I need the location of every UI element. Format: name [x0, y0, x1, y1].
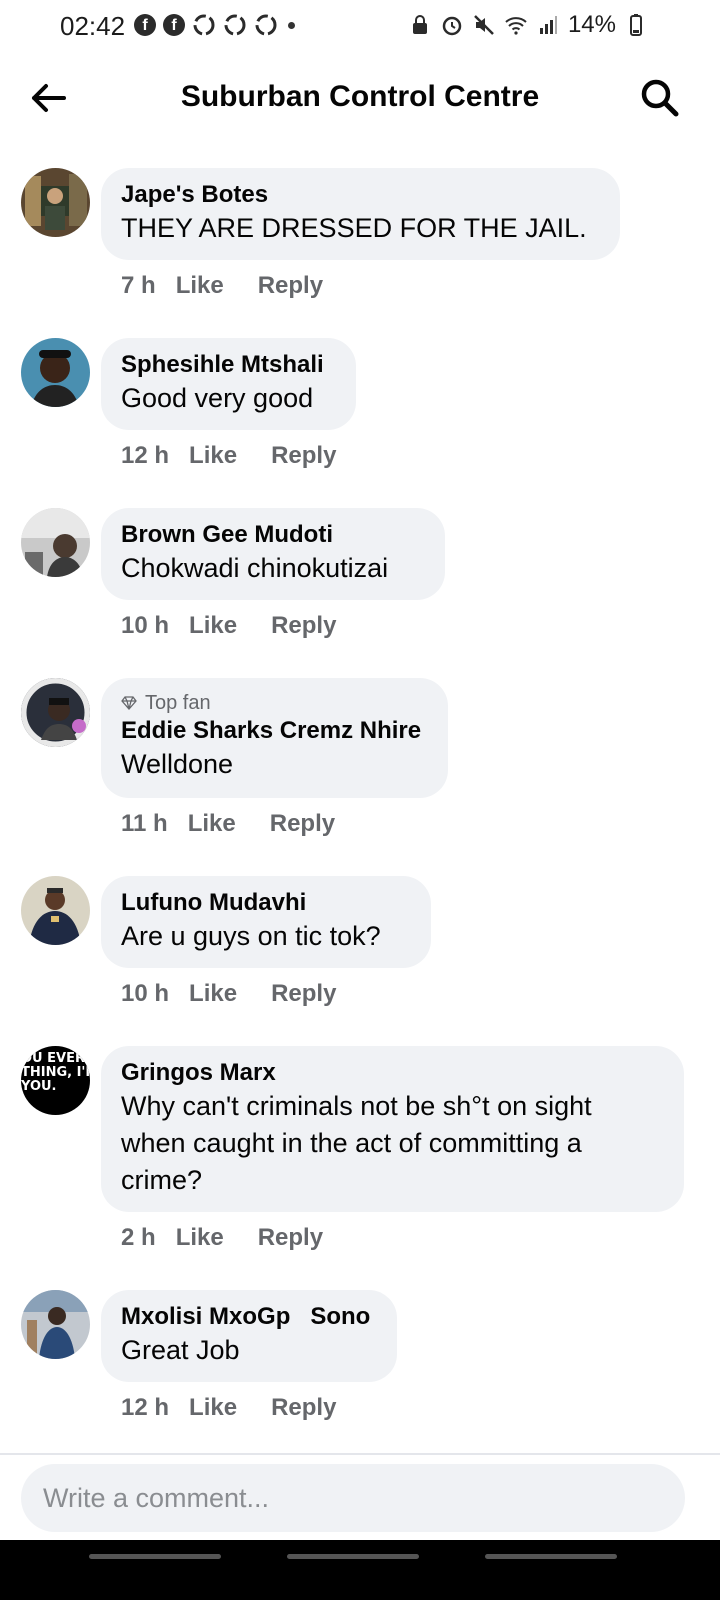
battery-icon: [630, 14, 642, 36]
comment-actions: 11 h Like Reply: [121, 810, 335, 838]
top-fan-label: Top fan: [145, 692, 211, 714]
like-button[interactable]: Like: [189, 980, 237, 1008]
comment-actions: 12 h Like Reply: [121, 442, 336, 470]
comment-author[interactable]: Eddie Sharks Cremz Nhire: [121, 716, 428, 746]
reply-button[interactable]: Reply: [270, 810, 335, 838]
like-button[interactable]: Like: [189, 1394, 237, 1422]
comment-author[interactable]: Sphesihle Mtshali: [121, 350, 336, 380]
comment-time: 11 h: [121, 810, 168, 837]
recycle-icon: [193, 14, 215, 36]
comment-actions: 10 h Like Reply: [121, 980, 336, 1008]
back-nav-button[interactable]: [485, 1554, 617, 1559]
comment-actions: 7 h Like Reply: [121, 272, 323, 300]
comment-text: Welldone: [121, 749, 234, 779]
comment-time: 10 h: [121, 980, 170, 1007]
comment-composer[interactable]: [21, 1464, 685, 1532]
comment-author[interactable]: Jape's Botes: [121, 180, 600, 210]
comment-actions: 12 h Like Reply: [121, 1394, 336, 1422]
like-button[interactable]: Like: [189, 612, 237, 640]
avatar-text: OU EVER N: [21, 1051, 90, 1066]
comment-text: Good very good: [121, 383, 314, 413]
facebook-icon: f: [134, 14, 156, 36]
search-icon[interactable]: [638, 76, 682, 120]
comment-actions: 2 h Like Reply: [121, 1224, 323, 1252]
comment-bubble: Mxolisi MxoGp Sono Great Job: [101, 1290, 397, 1382]
status-time: 02:42: [60, 11, 126, 41]
comment-author[interactable]: Gringos Marx: [121, 1058, 664, 1088]
top-fan-badge: Top fan: [121, 690, 428, 716]
avatar-text: THING, I'M H: [21, 1065, 90, 1080]
avatar[interactable]: [21, 876, 90, 945]
home-button[interactable]: [287, 1554, 419, 1559]
comment-text-line: when caught in the act of committing a: [121, 1128, 582, 1158]
comment-time: 12 h: [121, 442, 170, 469]
comment-bubble: Gringos Marx Why can't criminals not be …: [101, 1046, 684, 1212]
reply-button[interactable]: Reply: [271, 612, 336, 640]
avatar[interactable]: [21, 338, 90, 407]
battery-percentage: 14%: [567, 11, 616, 38]
comment-time: 10 h: [121, 612, 170, 639]
comment-text: Great Job: [121, 1335, 240, 1365]
lock-icon: [412, 15, 427, 34]
comment-bubble: Sphesihle Mtshali Good very good: [101, 338, 356, 430]
comment-time: 12 h: [121, 1394, 170, 1421]
comment-time: 2 h: [121, 1224, 156, 1251]
comment-author[interactable]: Brown Gee Mudoti: [121, 520, 425, 550]
diamond-icon: [121, 696, 137, 710]
system-navigation-bar: [0, 1540, 720, 1600]
comment-input[interactable]: [43, 1482, 685, 1514]
reply-button[interactable]: Reply: [258, 1224, 323, 1252]
comment-text: Chokwadi chinokutizai: [121, 553, 389, 583]
comment-author[interactable]: Lufuno Mudavhi: [121, 888, 411, 918]
composer-divider: [0, 1453, 720, 1455]
wifi-icon: [505, 17, 527, 35]
recycle-icon: [255, 14, 277, 36]
recycle-icon: [224, 14, 246, 36]
avatar-text: YOU.: [21, 1079, 57, 1094]
like-button[interactable]: Like: [176, 1224, 224, 1252]
comment-bubble: Lufuno Mudavhi Are u guys on tic tok?: [101, 876, 431, 968]
notification-icons: f f: [134, 13, 295, 37]
comment-text-line: crime?: [121, 1165, 203, 1195]
like-button[interactable]: Like: [189, 442, 237, 470]
comment-time: 7 h: [121, 272, 156, 299]
signal-icon: [539, 16, 557, 34]
like-button[interactable]: Like: [188, 810, 236, 838]
avatar[interactable]: OU EVER N THING, I'M H YOU.: [21, 1046, 90, 1115]
system-icons: 14%: [408, 11, 648, 39]
comment-text: THEY ARE DRESSED FOR THE JAIL.: [121, 213, 587, 243]
mute-icon: [474, 15, 494, 35]
avatar[interactable]: [21, 168, 90, 237]
like-button[interactable]: Like: [176, 272, 224, 300]
reply-button[interactable]: Reply: [271, 442, 336, 470]
comment-bubble: Brown Gee Mudoti Chokwadi chinokutizai: [101, 508, 445, 600]
comment-author[interactable]: Mxolisi MxoGp Sono: [121, 1302, 377, 1332]
reply-button[interactable]: Reply: [271, 980, 336, 1008]
comment-actions: 10 h Like Reply: [121, 612, 336, 640]
alarm-icon: [442, 16, 462, 36]
status-bar: 02:42 f f 14%: [0, 0, 720, 52]
comment-text: Are u guys on tic tok?: [121, 921, 381, 951]
recent-apps-button[interactable]: [89, 1554, 221, 1559]
avatar[interactable]: [21, 678, 90, 747]
avatar[interactable]: [21, 1290, 90, 1359]
facebook-icon: f: [163, 14, 185, 36]
page-header: Suburban Control Centre: [0, 52, 720, 144]
page-title: Suburban Control Centre: [180, 80, 540, 113]
reply-button[interactable]: Reply: [271, 1394, 336, 1422]
comment-bubble: Top fan Eddie Sharks Cremz Nhire Welldon…: [101, 678, 448, 798]
comment-bubble: Jape's Botes THEY ARE DRESSED FOR THE JA…: [101, 168, 620, 260]
comment-text-line: Why can't criminals not be sh°t on sight: [121, 1091, 592, 1121]
dot-icon: [288, 21, 295, 29]
reply-button[interactable]: Reply: [258, 272, 323, 300]
avatar[interactable]: [21, 508, 90, 577]
